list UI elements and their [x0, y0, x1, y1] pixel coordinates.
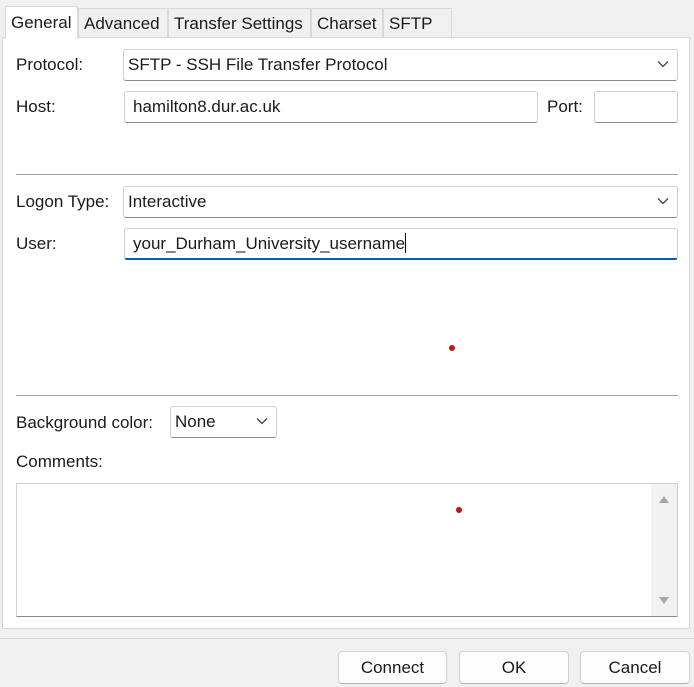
- cancel-button[interactable]: Cancel: [580, 651, 690, 684]
- background-color-value: None: [175, 412, 216, 431]
- host-value: hamilton8.dur.ac.uk: [133, 97, 281, 116]
- comments-label: Comments:: [16, 452, 103, 471]
- footer-separator: [0, 638, 694, 639]
- user-value: your_Durham_University_username: [133, 234, 406, 253]
- comments-textarea[interactable]: [16, 483, 678, 617]
- port-input[interactable]: [594, 91, 678, 123]
- tab-transfer-settings[interactable]: Transfer Settings: [168, 8, 311, 37]
- logon-type-select[interactable]: Interactive: [123, 186, 678, 218]
- protocol-label: Protocol:: [16, 55, 84, 74]
- marker-dot: [449, 345, 455, 351]
- chevron-down-icon: [256, 418, 268, 425]
- tab-advanced[interactable]: Advanced: [78, 8, 168, 37]
- separator: [16, 174, 678, 175]
- host-input[interactable]: hamilton8.dur.ac.uk: [124, 91, 538, 123]
- chevron-down-icon: [657, 61, 669, 68]
- host-label: Host:: [16, 97, 56, 116]
- scroll-down-arrow-icon[interactable]: [658, 596, 670, 606]
- protocol-value: SFTP - SSH File Transfer Protocol: [128, 55, 388, 74]
- user-label: User:: [16, 234, 57, 253]
- connect-button[interactable]: Connect: [338, 651, 447, 684]
- logon-type-label: Logon Type:: [16, 192, 110, 211]
- background-color-select[interactable]: None: [170, 406, 277, 438]
- logon-type-value: Interactive: [128, 192, 207, 211]
- tab-bar: General Advanced Transfer Settings Chars…: [0, 6, 694, 39]
- comments-scrollbar[interactable]: [651, 484, 677, 616]
- marker-dot: [456, 507, 462, 513]
- protocol-select[interactable]: SFTP - SSH File Transfer Protocol: [123, 49, 678, 81]
- text-caret: [405, 233, 407, 253]
- tab-general[interactable]: General: [5, 6, 78, 39]
- site-settings-dialog: General Advanced Transfer Settings Chars…: [0, 0, 694, 687]
- background-color-label: Background color:: [16, 413, 154, 432]
- separator: [16, 395, 678, 396]
- scroll-up-arrow-icon[interactable]: [658, 494, 670, 504]
- chevron-down-icon: [657, 198, 669, 205]
- tab-charset[interactable]: Charset: [311, 8, 383, 37]
- user-input[interactable]: your_Durham_University_username: [124, 228, 678, 260]
- port-label: Port:: [547, 97, 583, 116]
- ok-button[interactable]: OK: [459, 651, 569, 684]
- tab-sftp[interactable]: SFTP: [383, 8, 452, 37]
